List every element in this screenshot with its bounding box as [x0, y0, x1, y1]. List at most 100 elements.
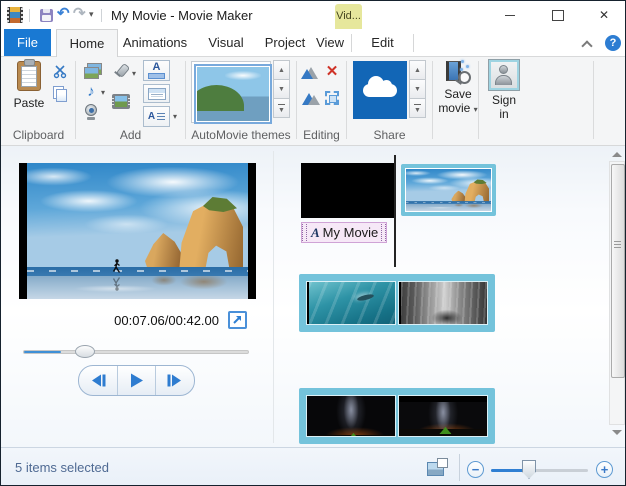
- scrollbar-up-icon[interactable]: [612, 152, 622, 157]
- redo-icon[interactable]: ↷: [73, 4, 86, 24]
- add-credits-button[interactable]: A: [143, 106, 170, 127]
- tab-visual-effects[interactable]: Visual Effects: [192, 29, 260, 57]
- caption-icon: [148, 88, 166, 100]
- add-music-dropdown-icon[interactable]: ▾: [101, 89, 105, 97]
- fullscreen-button[interactable]: [228, 311, 247, 329]
- snapshot-button[interactable]: [111, 93, 131, 110]
- webcam-video-button[interactable]: [83, 103, 99, 121]
- drag-handle[interactable]: [381, 224, 386, 241]
- share-more-button[interactable]: ▼: [409, 98, 426, 118]
- gallery-more-button[interactable]: ▼: [273, 98, 290, 118]
- storyboard-clip-night-wide[interactable]: [399, 396, 487, 436]
- close-button[interactable]: ✕: [587, 1, 621, 29]
- help-button[interactable]: ?: [605, 35, 621, 51]
- close-icon: ✕: [599, 8, 609, 22]
- app-icon[interactable]: [7, 7, 23, 23]
- previous-frame-button[interactable]: [79, 366, 118, 395]
- playback-controls: [78, 365, 195, 396]
- add-caption-button[interactable]: [143, 84, 170, 103]
- group-label-share: Share: [347, 128, 432, 142]
- tab-home[interactable]: Home: [56, 29, 118, 57]
- sign-in-button[interactable]: Sign in: [485, 59, 523, 129]
- thumbnail-size-button[interactable]: [425, 457, 451, 479]
- scrollbar-down-icon[interactable]: [612, 430, 622, 435]
- next-frame-icon: [166, 374, 184, 387]
- zoom-slider-thumb[interactable]: [522, 460, 536, 479]
- share-up-button[interactable]: ▲: [409, 60, 426, 80]
- window-title: My Movie - Movie Maker: [111, 8, 253, 23]
- credits-dropdown-icon[interactable]: ▾: [173, 113, 177, 121]
- add-title-button[interactable]: A: [143, 60, 170, 81]
- drag-handle[interactable]: [302, 224, 307, 241]
- quick-access-dropdown-icon[interactable]: ▾: [89, 9, 94, 20]
- next-frame-button[interactable]: [156, 366, 194, 395]
- record-narration-button[interactable]: [111, 63, 129, 81]
- select-all-icon: [325, 91, 339, 105]
- titlebar-separator: [29, 9, 30, 22]
- tab-view[interactable]: View: [310, 29, 350, 57]
- seek-thumb[interactable]: [75, 345, 95, 358]
- night-thumbnail: [307, 396, 395, 436]
- maximize-icon: [552, 10, 564, 21]
- remove-button[interactable]: ✕: [323, 63, 341, 80]
- rotate-left-icon: [301, 64, 319, 79]
- titlebar-separator: [101, 9, 102, 22]
- group-label-automovie: AutoMovie themes: [186, 128, 296, 142]
- play-button[interactable]: [118, 366, 157, 395]
- snapshot-icon: [112, 94, 130, 109]
- tab-animations[interactable]: Animations: [118, 29, 192, 57]
- add-videos-photos-button[interactable]: [83, 62, 101, 78]
- narration-dropdown-icon[interactable]: ▾: [132, 70, 136, 78]
- zoom-in-button[interactable]: +: [596, 461, 613, 478]
- automovie-theme-selected[interactable]: [194, 64, 272, 124]
- minimize-icon: [505, 15, 515, 16]
- select-all-button[interactable]: [324, 90, 340, 106]
- previous-frame-icon: [89, 374, 107, 387]
- preview-monitor[interactable]: [19, 163, 256, 299]
- storyboard-title-clip[interactable]: [301, 163, 394, 218]
- cliff-thumbnail: [399, 282, 487, 324]
- tab-edit[interactable]: Edit: [352, 29, 413, 57]
- add-music-button[interactable]: ♪: [84, 82, 98, 100]
- credits-icon: A: [148, 111, 165, 122]
- paste-button[interactable]: Paste: [9, 61, 49, 125]
- zoom-out-button[interactable]: −: [467, 461, 484, 478]
- save-movie-button[interactable]: Save movie ▾: [436, 59, 480, 129]
- title-text-icon: A: [311, 225, 320, 241]
- playback-time: 00:07.06/00:42.00: [61, 313, 219, 328]
- scrollbar-thumb[interactable]: [611, 164, 625, 378]
- copy-button[interactable]: [51, 84, 69, 102]
- storyboard-clip-night[interactable]: [307, 396, 395, 436]
- storyboard-clip-beach[interactable]: [401, 164, 496, 216]
- collapse-ribbon-icon[interactable]: [582, 40, 592, 48]
- maximize-button[interactable]: [541, 1, 575, 29]
- share-onedrive-button[interactable]: [353, 61, 407, 119]
- save-icon[interactable]: [40, 9, 53, 22]
- microphone-icon: [112, 64, 128, 80]
- underwater-thumbnail: [307, 282, 395, 324]
- gallery-up-button[interactable]: ▲: [273, 60, 290, 80]
- cut-button[interactable]: [51, 62, 69, 80]
- automovie-themes-gallery[interactable]: [191, 61, 271, 123]
- tab-project[interactable]: Project: [260, 29, 310, 57]
- sign-in-person-icon: [488, 59, 520, 91]
- undo-icon[interactable]: ↶: [57, 4, 70, 24]
- rotate-left-button[interactable]: [300, 63, 320, 80]
- playhead-indicator[interactable]: [394, 155, 396, 267]
- paste-label: Paste: [14, 96, 45, 110]
- storyboard-clip-underwater[interactable]: [307, 282, 395, 324]
- contextual-tab-group-header[interactable]: Vid...: [335, 4, 362, 29]
- scissors-icon: [53, 64, 68, 79]
- storyboard-clip-cliff[interactable]: [399, 282, 487, 324]
- gallery-down-button[interactable]: ▼: [273, 79, 290, 99]
- rotate-right-button[interactable]: [300, 89, 320, 106]
- title-clip-label[interactable]: A My Movie: [301, 222, 387, 243]
- seek-slider[interactable]: [23, 344, 249, 359]
- storyboard-scrollbar[interactable]: [609, 161, 625, 425]
- minimize-button[interactable]: [493, 1, 527, 29]
- tab-file[interactable]: File: [4, 29, 51, 57]
- seek-progress: [24, 351, 61, 353]
- share-down-button[interactable]: ▼: [409, 79, 426, 99]
- main-content: 00:07.06/00:42.00: [1, 146, 625, 447]
- save-movie-icon: [444, 59, 472, 87]
